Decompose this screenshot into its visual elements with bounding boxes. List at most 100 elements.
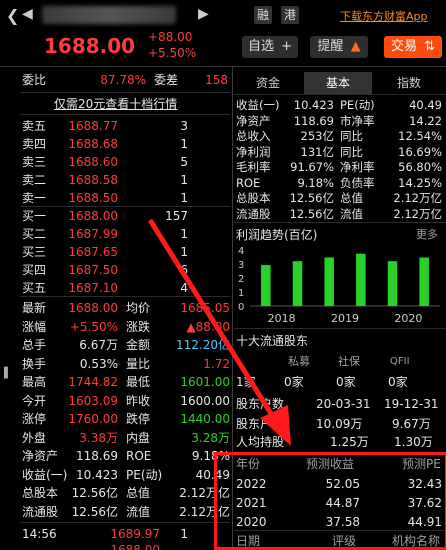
profit-bar xyxy=(356,253,366,306)
quote-value: 1440.00 xyxy=(180,412,230,426)
quote-label: 最低 xyxy=(126,375,151,389)
tag-gang[interactable]: 港 xyxy=(281,6,299,24)
quote-label: 内盘 xyxy=(126,430,151,445)
quote-value: 3.28万 xyxy=(191,430,230,445)
profit-trend-title: 利润趋势(百亿) xyxy=(236,228,318,242)
quote-label: 涨幅 xyxy=(22,319,47,334)
order-volume: 1 xyxy=(180,191,188,205)
holders-row-v2: 1.30万 xyxy=(394,435,433,449)
order-volume: 4 xyxy=(180,281,188,295)
bell-icon: ▲ xyxy=(350,39,361,54)
weicha-label: 委差 xyxy=(154,73,179,87)
back-arrow-icon[interactable]: ❮ xyxy=(6,6,19,25)
fundamental-value: 40.49 xyxy=(409,98,442,112)
fundamental-label: PE(动) xyxy=(340,98,375,112)
next-stock-icon[interactable]: ▶ xyxy=(198,6,209,22)
fundamental-label: 净利润 xyxy=(236,144,271,159)
holders-col: QFII xyxy=(390,356,410,367)
quote-label: 总值 xyxy=(126,486,151,500)
quote-row: 今开 1603.09 昨收 1600.00 xyxy=(22,393,230,409)
x-tick-label: 2019 xyxy=(331,312,359,325)
stock-name-blurred xyxy=(42,6,176,24)
divider xyxy=(234,328,446,329)
holders-row-v1: 10.09万 xyxy=(316,417,363,431)
quote-label: 金额 xyxy=(126,338,151,352)
fundamental-label: 净资产 xyxy=(236,113,271,128)
fundamentals-row: 流通股 12.56亿 流值 2.12万亿 xyxy=(236,206,444,222)
holders-count-row: 1家 0家 0家 0家 xyxy=(234,374,446,390)
order-price: 1688.00 xyxy=(68,209,118,223)
quote-label: 今开 xyxy=(22,393,47,408)
fundamental-label: 总收入 xyxy=(236,129,271,143)
holders-count: 0家 xyxy=(388,375,408,389)
fundamental-label: 同比 xyxy=(340,144,363,159)
holders-col: 社保 xyxy=(338,355,360,368)
order-volume: 6 xyxy=(180,263,188,277)
fundamental-value: 10.423 xyxy=(293,98,334,112)
quote-value: 1603.09 xyxy=(68,393,118,408)
trade-button[interactable]: 交易 ⇅ xyxy=(384,36,442,58)
weibi-label: 委比 xyxy=(22,73,47,87)
fundamentals-row: 总股本 12.56亿 总值 2.12万亿 xyxy=(236,190,444,206)
fundamental-value: 14.25% xyxy=(398,175,442,190)
sell-order-row: 卖五 1688.77 3 xyxy=(22,118,228,134)
holders-row-v1: 20-03-31 xyxy=(316,397,371,411)
quote-value: 112.20亿 xyxy=(176,338,230,352)
profit-bar xyxy=(261,264,271,306)
profit-trend-more-link[interactable]: 更多 xyxy=(416,226,438,242)
tick-time: 14:56 xyxy=(22,527,57,541)
alert-label: 提醒 xyxy=(317,39,344,54)
order-price: 1687.99 xyxy=(68,227,118,241)
quote-value: 1601.00 xyxy=(180,375,230,389)
tab-basic[interactable]: 基本 xyxy=(304,72,372,94)
x-tick-label: 2020 xyxy=(394,312,422,325)
y-tick-label: 1 xyxy=(238,288,244,299)
tag-rong[interactable]: 融 xyxy=(254,6,272,24)
tick-price: 1688.00 xyxy=(110,543,160,550)
fundamental-value: 2.12万亿 xyxy=(393,191,442,205)
tab-fund-flow[interactable]: 资金 xyxy=(236,72,300,94)
tab-index[interactable]: 指数 xyxy=(376,72,442,94)
quote-label: 涨停 xyxy=(22,412,47,426)
left-edge-handle[interactable]: ▐ xyxy=(0,368,8,382)
buy-order-row: 买一 1688.00 157 xyxy=(22,208,228,224)
quote-label: 总股本 xyxy=(22,486,59,500)
quote-value: 0.53% xyxy=(79,356,118,371)
quote-row: 涨幅 +5.50% 涨跌 ▲88.00 xyxy=(22,319,230,335)
order-volume: 1 xyxy=(180,137,188,151)
order-label: 卖一 xyxy=(22,191,47,205)
quote-label: 收益(一) xyxy=(22,467,68,482)
holders-col: 私募 xyxy=(288,355,310,368)
order-label: 卖二 xyxy=(22,173,47,187)
download-app-link[interactable]: 下载东方财富App xyxy=(340,8,428,24)
order-price: 1688.58 xyxy=(68,173,118,187)
weicha-value: 158 xyxy=(205,73,228,87)
prev-stock-icon[interactable]: ◀ xyxy=(22,6,33,22)
alert-button[interactable]: 提醒 ▲ xyxy=(310,36,368,58)
quote-label: ROE xyxy=(126,449,152,463)
profit-bar xyxy=(324,257,334,306)
order-label: 买二 xyxy=(22,227,47,241)
fundamental-label: 流值 xyxy=(340,206,363,221)
sell-order-row: 卖一 1688.50 1 xyxy=(22,190,228,206)
sell-order-row: 卖三 1688.60 5 xyxy=(22,154,228,170)
divider xyxy=(20,114,230,115)
watchlist-button[interactable]: 自选 + xyxy=(242,36,298,58)
fundamental-label: 总股本 xyxy=(236,191,271,205)
weibi-row: 委比 87.78% 委差 158 xyxy=(22,72,228,88)
profit-trend-chart: 4 3 2 1 0 2018 2019 2020 xyxy=(238,246,440,325)
fundamental-value: 253亿 xyxy=(300,129,334,143)
quote-value: 12.56亿 xyxy=(71,504,118,519)
profit-bar xyxy=(419,257,429,306)
fundamental-label: 毛利率 xyxy=(236,160,271,174)
order-label: 买四 xyxy=(22,263,47,277)
buy-order-row: 买三 1687.65 1 xyxy=(22,244,228,260)
order-price: 1688.60 xyxy=(68,155,118,169)
quote-label: 换手 xyxy=(22,356,47,371)
ten-level-quote-link[interactable]: 仅需20元查看十档行情 xyxy=(54,95,177,112)
weibi-value: 87.78% xyxy=(100,73,146,87)
fundamentals-row: 净利润 131亿 同比 16.69% xyxy=(236,144,444,160)
quote-value: 6.67万 xyxy=(79,338,118,352)
quote-value: 1688.00 xyxy=(68,301,118,315)
holders-date-row: 股东户数 20-03-31 19-12-31 xyxy=(234,396,446,412)
